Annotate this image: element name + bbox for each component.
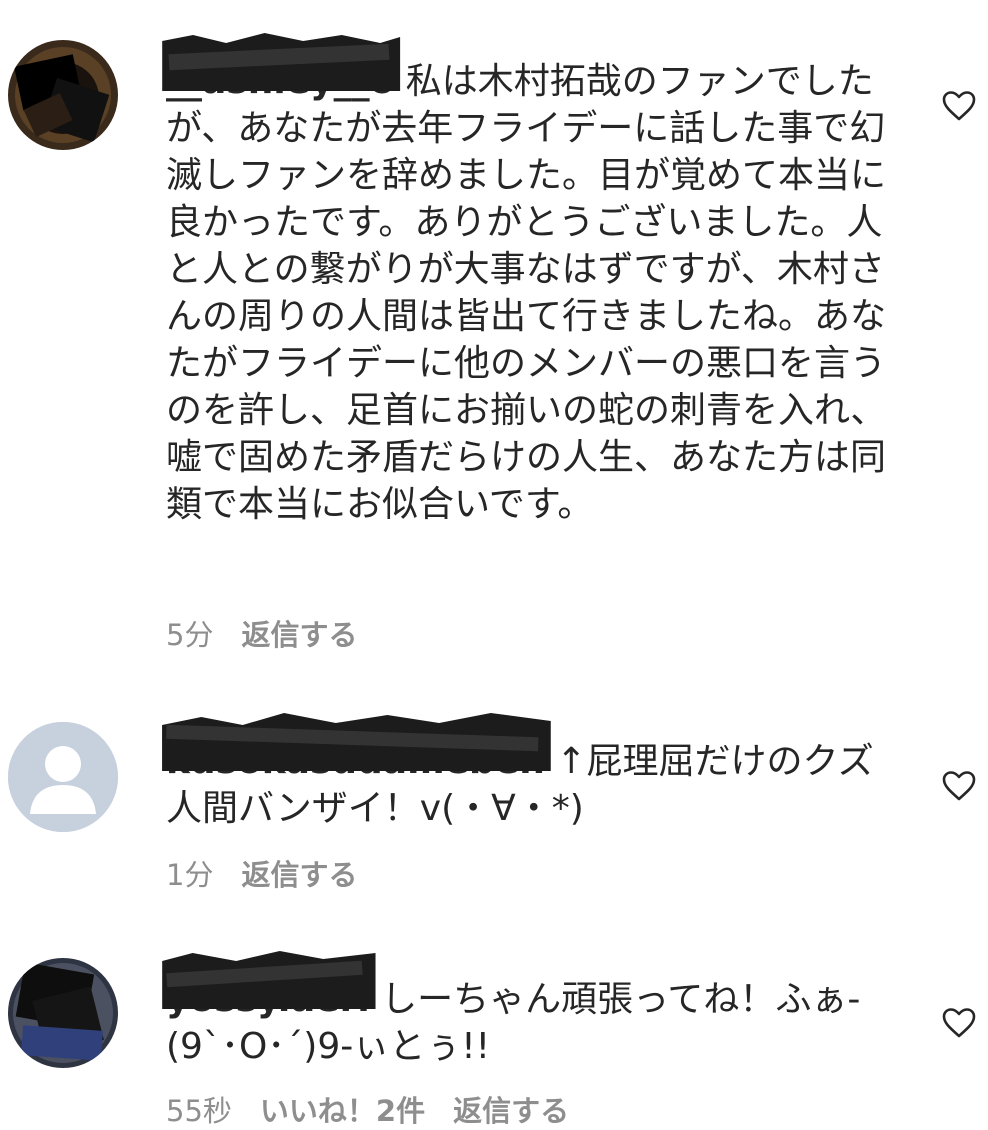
likes-count[interactable]: いいね！2件 (260, 1094, 425, 1128)
comment-meta: 55秒 いいね！2件 返信する (166, 1088, 569, 1130)
like-heart-icon[interactable] (942, 1007, 976, 1039)
comment-body: __ashley__o 私は木村拓哉のファンでしたが、あなたが去年フライデーに話… (162, 33, 896, 528)
avatar[interactable] (8, 40, 118, 150)
comment-body: yossy.aeri しーちゃん頑張ってね！ふぁ-(9`･O･´)9-ぃとぅ!! (162, 951, 896, 1070)
reply-button[interactable]: 返信する (241, 858, 357, 892)
comment-username[interactable]: yossy.aeri (162, 951, 376, 1020)
comment-time: 1分 (166, 858, 214, 892)
obscured-avatar-icon (8, 958, 118, 1068)
comment-meta: 1分 返信する (166, 852, 357, 894)
like-heart-icon[interactable] (942, 90, 976, 122)
comment-username[interactable]: kusokasudameben (162, 713, 551, 782)
comment-time: 55秒 (166, 1094, 232, 1128)
reply-button[interactable]: 返信する (241, 618, 357, 652)
comment-body: kusokasudameben ↑屁理屈だけのクズ人間バンザイ！v(・∀・*) (162, 713, 896, 832)
comment-text: 私は木村拓哉のファンでしたが、あなたが去年フライデーに話した事で幻滅しファンを辞… (166, 61, 887, 525)
reply-button[interactable]: 返信する (453, 1094, 569, 1128)
comment-meta: 5分 返信する (166, 612, 357, 654)
obscured-avatar-icon (8, 40, 118, 150)
avatar[interactable] (8, 722, 118, 832)
comment-username[interactable]: __ashley__o (162, 33, 401, 102)
comment-time: 5分 (166, 618, 214, 652)
avatar[interactable] (8, 958, 118, 1068)
default-user-icon (8, 722, 118, 832)
like-heart-icon[interactable] (942, 770, 976, 802)
